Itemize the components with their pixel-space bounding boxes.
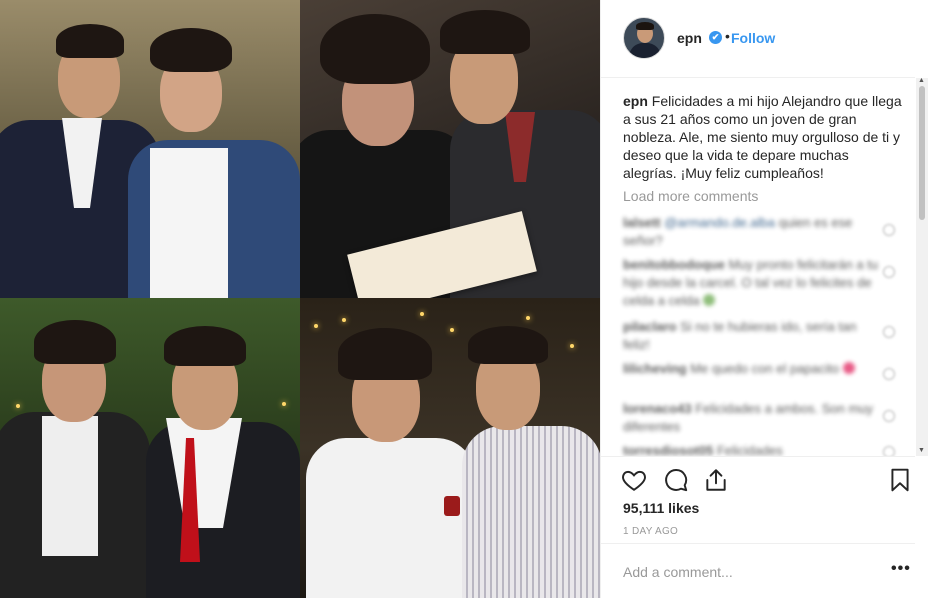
- more-options-button[interactable]: •••: [891, 560, 911, 578]
- post-side-panel: epn ✔ • Follow epn Felicidades a mi hijo…: [600, 0, 928, 598]
- comment-like-icon[interactable]: [883, 266, 895, 278]
- comment-item: torresdiosot05 Felicidades: [623, 443, 783, 456]
- photo-top-left: [0, 0, 300, 298]
- heart-icon[interactable]: [621, 467, 647, 493]
- comment-like-icon[interactable]: [883, 446, 895, 456]
- comment-item: lorenaco43 Felicidades a ambos. Son muy …: [623, 401, 874, 434]
- heart-emoji-icon: [842, 362, 855, 374]
- username-link[interactable]: epn: [677, 30, 702, 46]
- scroll-down-arrow-icon[interactable]: ▼: [918, 447, 925, 454]
- comment-like-icon[interactable]: [883, 368, 895, 380]
- avatar[interactable]: [623, 17, 665, 59]
- post-photo-collage[interactable]: [0, 0, 600, 598]
- post-caption: epn Felicidades a mi hijo Alejandro que …: [623, 92, 903, 182]
- scrollbar-thumb[interactable]: [919, 86, 925, 220]
- load-more-comments-button[interactable]: Load more comments: [623, 188, 758, 204]
- caption-username[interactable]: epn: [623, 93, 648, 109]
- likes-count[interactable]: 95,111 likes: [623, 500, 699, 516]
- photo-top-right: [300, 0, 600, 298]
- photo-bottom-left: [0, 298, 300, 598]
- comment-item: benitobbodoque Muy pronto felicitarán a …: [623, 257, 879, 308]
- share-icon[interactable]: [703, 467, 729, 493]
- post-header: epn ✔ • Follow: [601, 0, 915, 78]
- photo-bottom-right: [300, 298, 600, 598]
- comment-item: lilicheving Me quedo con el papacito: [623, 360, 883, 378]
- comments-scrollbar[interactable]: ▲ ▼: [916, 77, 928, 456]
- comment-item: pilaclaro Si no te hubieras ido, sería t…: [623, 319, 857, 352]
- separator-dot: •: [725, 28, 730, 44]
- bookmark-icon[interactable]: [887, 467, 913, 493]
- comment-like-icon[interactable]: [883, 224, 895, 236]
- caption-text: Felicidades a mi hijo Alejandro que lleg…: [623, 93, 902, 181]
- comment-like-icon[interactable]: [883, 410, 895, 422]
- scroll-up-arrow-icon[interactable]: ▲: [918, 77, 925, 84]
- follow-button[interactable]: Follow: [731, 30, 775, 46]
- comment-item: lalsett @armando.de.alba quien es ese se…: [623, 215, 853, 248]
- emoji-icon: [703, 294, 716, 306]
- verified-badge-icon: ✔: [709, 31, 722, 44]
- comment-like-icon[interactable]: [883, 326, 895, 338]
- post-date[interactable]: 1 DAY AGO: [623, 526, 678, 537]
- speech-bubble-icon[interactable]: [663, 467, 689, 493]
- comments-list[interactable]: epn Felicidades a mi hijo Alejandro que …: [601, 78, 915, 456]
- post-actions: 95,111 likes 1 DAY AGO •••: [601, 456, 915, 598]
- add-comment-bar: •••: [601, 543, 915, 598]
- add-comment-input[interactable]: [623, 564, 863, 580]
